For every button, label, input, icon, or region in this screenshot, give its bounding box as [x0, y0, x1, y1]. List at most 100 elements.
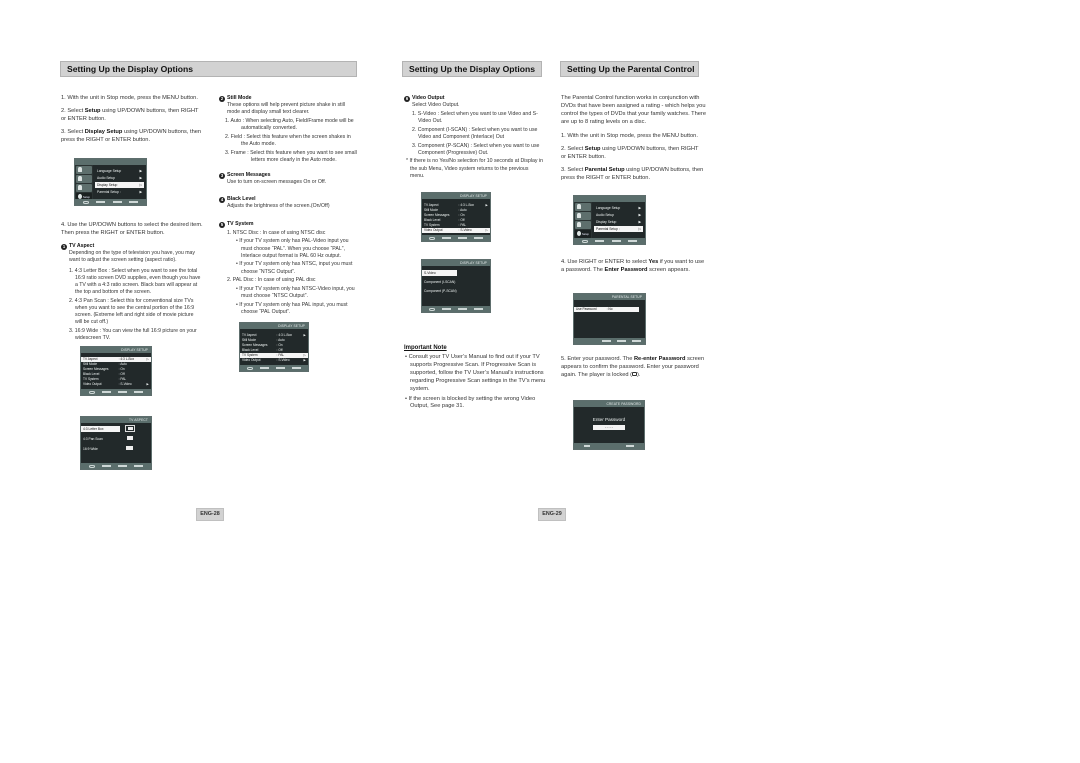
setup-menu-screen-parental: Setup Language Setup ▶ Audio Setup ▶ Displ… — [573, 195, 646, 245]
step-text: Select — [67, 129, 85, 135]
setting-key: Use Password — [576, 307, 597, 311]
bullet-text: If your TV system only has NTSC, input y… — [239, 261, 353, 275]
screen-button-bar — [81, 389, 151, 395]
number-badge: 1 — [61, 243, 67, 250]
heading-text: Screen Messages — [227, 172, 271, 178]
setting-value: : S-Video — [276, 358, 290, 362]
step-number: 3. — [61, 129, 66, 135]
screen-button-bar — [81, 463, 151, 469]
menu-label: Language Setup — [97, 169, 122, 173]
menu-hint — [129, 201, 139, 203]
option-component-pscan[interactable]: Component (P-SCAN) — [422, 288, 476, 294]
password-input[interactable]: - - - - — [593, 425, 625, 431]
black-level-section: 4 Black Level Adjusts the brightness of t… — [219, 196, 359, 210]
tile-label: Setup — [582, 233, 589, 236]
heading-text: Still Mode — [227, 95, 252, 101]
nav-icon — [88, 390, 95, 394]
section-description: These options will help prevent picture … — [227, 102, 345, 116]
step-number: 3. — [561, 167, 566, 173]
screen-button-bar — [574, 443, 644, 449]
setting-row[interactable]: Video Output: S-Video ▶ — [240, 358, 308, 363]
parental-step-2: 2. Select Setup using UP/DOWN buttons, t… — [561, 146, 701, 162]
step-1: 1. With the unit in Stop mode, press the… — [61, 95, 206, 103]
step-text: Select — [67, 108, 85, 114]
arrow-right-icon: ▶ — [638, 213, 641, 217]
nav-icon — [429, 307, 436, 311]
menu-item-language-setup[interactable]: Language Setup ▶ — [95, 168, 144, 174]
title-icon — [78, 176, 82, 181]
step-number: 4. — [561, 259, 566, 265]
menu-label: Parental Setup : — [97, 190, 121, 194]
list-item: 1. Auto : When selecting Auto, Field/Fra… — [225, 118, 354, 132]
step-text: Select — [567, 146, 585, 152]
heading-text: TV Aspect — [69, 243, 95, 249]
list-item: 2. 4:3 Pan Scan : Select this for conven… — [69, 297, 195, 326]
return-hint — [626, 445, 634, 447]
section-heading: 3 Screen Messages — [219, 172, 359, 179]
tv-aspect-section: 1 TV Aspect Depending on the type of tele… — [61, 243, 201, 342]
parental-step-3: 3. Select Parental Setup using UP/DOWN b… — [561, 167, 706, 183]
step-text: With the unit in Stop mode, press the ME… — [567, 133, 698, 139]
step-bold: Re-enter Password — [633, 356, 686, 362]
create-password-screen: CREATE PASSWORD Enter Password - - - - — [573, 400, 645, 450]
setting-row[interactable]: Video Output: S-Video ▶ — [81, 382, 151, 387]
screen-title: DISPLAY SETUP — [81, 347, 151, 353]
menu-item-audio-setup[interactable]: Audio Setup ▶ — [594, 212, 643, 218]
option-pan-scan[interactable]: 4:3 Pan Scan — [81, 436, 123, 442]
option-letter-box[interactable]: 4:3 Letter Box — [81, 426, 120, 432]
step-bold: Setup — [84, 108, 101, 114]
menu-label: Language Setup — [596, 206, 621, 210]
menu-item-parental-setup[interactable]: Parental Setup : ▶ — [95, 189, 144, 195]
bullet-item: • Consult your TV User’s Manual to find … — [405, 354, 546, 392]
parental-step-4: 4. Use RIGHT or ENTER to select Yes if y… — [561, 259, 706, 275]
settings-list: TV Aspect: 4:3 L-Box ▶ Still Mode: Auto S… — [240, 333, 308, 363]
setting-key: Video Output — [424, 228, 443, 232]
list-item: 1. NTSC Disc : In case of using NTSC dis… — [227, 229, 326, 236]
settings-list: TV Aspect: 4:3 L-Box ▶ Still Mode: Auto S… — [422, 203, 490, 233]
arrow-right-icon: ▶ — [303, 358, 306, 362]
display-setup-screen-tv-system: DISPLAY SETUP TV Aspect: 4:3 L-Box ▶ Stil… — [239, 322, 309, 372]
number-badge: 6 — [404, 95, 410, 102]
bullet-item: • If your TV system only has NTSC, input… — [236, 261, 353, 275]
menu-item-language-setup[interactable]: Language Setup ▶ — [594, 205, 643, 211]
screen-messages-section: 3 Screen Messages Use to turn on-screen m… — [219, 172, 359, 186]
tv-aspect-icon — [126, 446, 133, 450]
section-description: Use to turn on-screen messages On or Off… — [227, 179, 327, 186]
setting-row[interactable]: Video Output: S-Video ▷ — [422, 228, 490, 233]
step-4: 4. Use the UP/DOWN buttons to select the… — [61, 222, 206, 238]
menu-item-display-setup[interactable]: Display Setup ▷ — [95, 182, 144, 188]
option-s-video[interactable]: S-Video — [422, 270, 458, 276]
menu-label: Display Setup — [596, 220, 617, 224]
step-3: 3. Select Display Setup using UP/DOWN bu… — [61, 129, 206, 145]
tv-aspect-icon — [125, 425, 135, 432]
menu-item-parental-setup[interactable]: Parental Setup : ▷ — [594, 226, 643, 232]
list-item: 3. Component (P-SCAN) : Select when you … — [412, 142, 540, 156]
heading-text: Black Level — [227, 196, 256, 202]
arrow-right-icon: ▷ — [485, 228, 488, 232]
step-number: 1. — [561, 133, 566, 139]
function-icon — [78, 185, 82, 190]
page-number-right: ENG-29 — [538, 508, 566, 521]
bullet-text: If your TV system only has PAL input, yo… — [239, 301, 348, 315]
arrow-right-icon: ▷ — [139, 183, 142, 187]
menu-label: Audio Setup — [596, 213, 614, 217]
list-item: 3. 16:9 Wide : You can view the full 16:… — [69, 327, 197, 342]
menu-item-audio-setup[interactable]: Audio Setup ▶ — [95, 175, 144, 181]
list-item: 1. 4:3 Letter Box : Select when you want… — [69, 267, 201, 296]
menu-item-display-setup[interactable]: Display Setup ▶ — [594, 219, 643, 225]
option-wide[interactable]: 16:9 Wide — [81, 446, 123, 452]
step-bold: Parental Setup — [584, 167, 625, 173]
display-setup-screen-video-output: DISPLAY SETUP TV Aspect: 4:3 L-Box ▶ Stil… — [421, 192, 491, 242]
use-password-row[interactable]: Use Password: No — [574, 307, 640, 312]
screen-title: DISPLAY SETUP — [240, 323, 308, 329]
video-output-section: 6 Video Output Select Video Output. 1. S-… — [404, 95, 544, 180]
step-bold: Enter Password — [604, 266, 648, 273]
aspect-options: 4:3 Letter Box 4:3 Pan Scan 16:9 Wide — [81, 425, 151, 452]
section-description: Depending on the type of television you … — [69, 250, 196, 264]
nav-icon — [82, 200, 89, 204]
option-component-iscan[interactable]: Component (I-SCAN) — [422, 279, 476, 285]
screen-title: CREATE PASSWORD — [574, 401, 644, 407]
disc-icon — [78, 167, 82, 172]
screen-button-bar — [574, 338, 645, 344]
function-icon — [577, 222, 581, 227]
